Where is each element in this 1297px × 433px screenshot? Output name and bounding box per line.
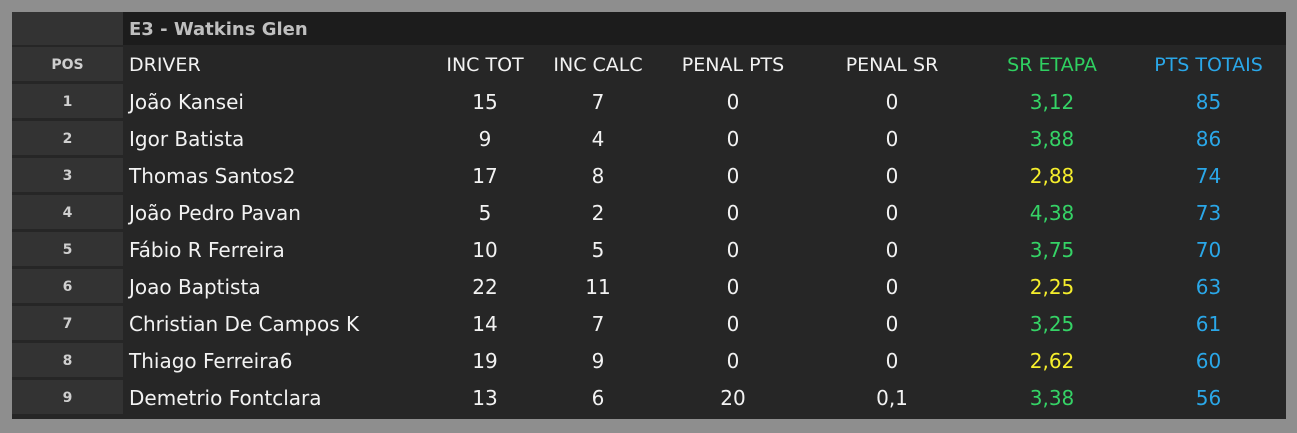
row-penal-pts: 20 bbox=[720, 386, 746, 410]
table-row: 7 Christian De Campos K 14 7 0 0 3,25 61 bbox=[12, 306, 1286, 342]
row-penal-sr: 0 bbox=[885, 127, 899, 151]
row-inc-calc: 7 bbox=[591, 90, 605, 114]
row-pts-totais: 70 bbox=[1195, 238, 1222, 262]
row-driver: Fábio R Ferreira bbox=[129, 238, 285, 262]
row-pos: 9 bbox=[12, 380, 123, 416]
header-driver: DRIVER bbox=[129, 54, 201, 76]
row-inc-calc: 11 bbox=[585, 275, 611, 299]
row-sr-etapa: 3,12 bbox=[1029, 90, 1075, 114]
row-inc-tot: 22 bbox=[472, 275, 498, 299]
row-inc-tot: 19 bbox=[472, 349, 498, 373]
row-pos: 2 bbox=[12, 121, 123, 157]
row-penal-pts: 0 bbox=[726, 312, 740, 336]
row-penal-pts: 0 bbox=[726, 90, 740, 114]
row-inc-calc: 2 bbox=[591, 201, 605, 225]
table-row: 5 Fábio R Ferreira 10 5 0 0 3,75 70 bbox=[12, 232, 1286, 268]
row-driver: João Kansei bbox=[129, 90, 244, 114]
row-driver: Demetrio Fontclara bbox=[129, 386, 322, 410]
row-driver: Christian De Campos K bbox=[129, 312, 360, 336]
row-pos: 1 bbox=[12, 84, 123, 120]
row-pts-totais: 85 bbox=[1195, 90, 1222, 114]
row-penal-pts: 0 bbox=[726, 164, 740, 188]
row-pts-totais: 61 bbox=[1195, 312, 1222, 336]
header-penal-sr: PENAL SR bbox=[845, 54, 939, 76]
row-penal-sr: 0 bbox=[885, 312, 899, 336]
table-row: 1 João Kansei 15 7 0 0 3,12 85 bbox=[12, 84, 1286, 120]
row-inc-tot: 5 bbox=[478, 201, 492, 225]
header-pos: POS bbox=[12, 47, 123, 83]
row-penal-pts: 0 bbox=[726, 201, 740, 225]
table-row: 6 Joao Baptista 22 11 0 0 2,25 63 bbox=[12, 269, 1286, 305]
row-penal-sr: 0 bbox=[885, 349, 899, 373]
header-penal-pts: PENAL PTS bbox=[681, 54, 785, 76]
row-penal-pts: 0 bbox=[726, 349, 740, 373]
row-driver: Joao Baptista bbox=[129, 275, 261, 299]
row-sr-etapa: 4,38 bbox=[1029, 201, 1075, 225]
row-penal-sr: 0 bbox=[885, 90, 899, 114]
row-inc-calc: 5 bbox=[591, 238, 605, 262]
row-inc-tot: 10 bbox=[472, 238, 498, 262]
row-penal-pts: 0 bbox=[726, 275, 740, 299]
header-inc-tot: INC TOT bbox=[446, 54, 524, 76]
standings-table: E3 - Watkins Glen POS DRIVER INC TOT INC… bbox=[12, 12, 1286, 419]
table-row: 8 Thiago Ferreira6 19 9 0 0 2,62 60 bbox=[12, 343, 1286, 379]
row-sr-etapa: 2,88 bbox=[1029, 164, 1075, 188]
row-inc-calc: 4 bbox=[591, 127, 605, 151]
row-sr-etapa: 3,25 bbox=[1029, 312, 1075, 336]
row-penal-sr: 0 bbox=[885, 164, 899, 188]
row-penal-pts: 0 bbox=[726, 238, 740, 262]
title-pos-spacer bbox=[12, 12, 123, 47]
header-sr-etapa: SR ETAPA bbox=[1007, 54, 1097, 76]
row-penal-sr: 0 bbox=[885, 201, 899, 225]
row-inc-tot: 9 bbox=[478, 127, 492, 151]
row-inc-tot: 17 bbox=[472, 164, 498, 188]
row-pts-totais: 56 bbox=[1195, 386, 1222, 410]
table-row: 2 Igor Batista 9 4 0 0 3,88 86 bbox=[12, 121, 1286, 157]
header-inc-calc: INC CALC bbox=[553, 54, 643, 76]
header-pts-totais: PTS TOTAIS bbox=[1154, 54, 1263, 76]
row-pos: 6 bbox=[12, 269, 123, 305]
row-pos: 7 bbox=[12, 306, 123, 342]
row-pos: 8 bbox=[12, 343, 123, 379]
row-driver: Thomas Santos2 bbox=[129, 164, 296, 188]
row-driver: Igor Batista bbox=[129, 127, 245, 151]
table-row: 3 Thomas Santos2 17 8 0 0 2,88 74 bbox=[12, 158, 1286, 194]
row-pts-totais: 60 bbox=[1195, 349, 1222, 373]
row-sr-etapa: 3,88 bbox=[1029, 127, 1075, 151]
table-row: 9 Demetrio Fontclara 13 6 20 0,1 3,38 56 bbox=[12, 380, 1286, 416]
row-sr-etapa: 2,25 bbox=[1029, 275, 1075, 299]
table-row: 4 João Pedro Pavan 5 2 0 0 4,38 73 bbox=[12, 195, 1286, 231]
row-inc-calc: 6 bbox=[591, 386, 605, 410]
row-inc-calc: 9 bbox=[591, 349, 605, 373]
row-driver: João Pedro Pavan bbox=[129, 201, 301, 225]
row-pts-totais: 63 bbox=[1195, 275, 1222, 299]
row-sr-etapa: 3,75 bbox=[1029, 238, 1075, 262]
row-sr-etapa: 2,62 bbox=[1029, 349, 1075, 373]
row-penal-sr: 0 bbox=[885, 238, 899, 262]
row-sr-etapa: 3,38 bbox=[1029, 386, 1075, 410]
row-penal-pts: 0 bbox=[726, 127, 740, 151]
table-title: E3 - Watkins Glen bbox=[129, 19, 308, 40]
row-pts-totais: 73 bbox=[1195, 201, 1222, 225]
row-inc-calc: 8 bbox=[591, 164, 605, 188]
row-pos: 5 bbox=[12, 232, 123, 268]
row-inc-tot: 14 bbox=[472, 312, 498, 336]
header-row: POS DRIVER INC TOT INC CALC PENAL PTS PE… bbox=[12, 47, 1286, 83]
row-inc-tot: 13 bbox=[472, 386, 498, 410]
row-inc-calc: 7 bbox=[591, 312, 605, 336]
row-penal-sr: 0,1 bbox=[876, 386, 908, 410]
row-pos: 3 bbox=[12, 158, 123, 194]
row-pos: 4 bbox=[12, 195, 123, 231]
row-pts-totais: 74 bbox=[1195, 164, 1222, 188]
table-title-row: E3 - Watkins Glen bbox=[12, 12, 1286, 47]
row-inc-tot: 15 bbox=[472, 90, 498, 114]
row-penal-sr: 0 bbox=[885, 275, 899, 299]
row-driver: Thiago Ferreira6 bbox=[129, 349, 293, 373]
row-pts-totais: 86 bbox=[1195, 127, 1222, 151]
